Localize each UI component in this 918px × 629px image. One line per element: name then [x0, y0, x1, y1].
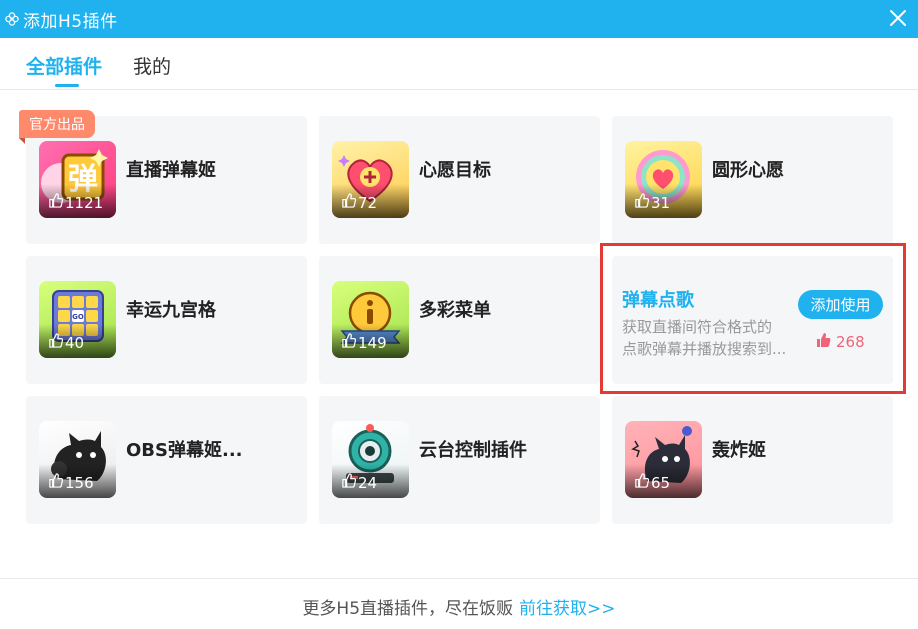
plugin-card-obs-danmaku[interactable]: 156 OBS弹幕姬... — [26, 396, 307, 524]
thumbs-up-icon — [48, 333, 64, 352]
plugin-name: 圆形心愿 — [712, 160, 784, 181]
danmaku-icon: 弹 1121 — [39, 141, 116, 218]
like-count: 72 — [358, 193, 378, 212]
plugin-name: OBS弹幕姬... — [126, 440, 243, 461]
svg-text:GO: GO — [72, 313, 84, 321]
tab-all-plugins[interactable]: 全部插件 — [26, 52, 102, 79]
thumbs-up-icon — [341, 193, 357, 212]
like-count: 156 — [65, 473, 94, 492]
thumbs-up-icon — [48, 473, 64, 492]
tab-active-indicator — [55, 84, 79, 87]
plugin-card-bomber[interactable]: 65 轰炸姬 — [612, 396, 893, 524]
grid-go-icon: GO 40 — [39, 281, 116, 358]
thumbs-up-icon — [341, 333, 357, 352]
tab-mine[interactable]: 我的 — [133, 52, 171, 79]
like-count: 149 — [358, 333, 387, 352]
plugin-name: 心愿目标 — [419, 160, 491, 181]
plugin-card-lucky-grid[interactable]: GO 40 幸运九宫格 — [26, 256, 307, 384]
flower-icon — [3, 10, 21, 28]
footer-text: 更多H5直播插件，尽在饭贩 — [302, 599, 514, 619]
plugin-name: 幸运九宫格 — [126, 300, 216, 321]
window-title: 添加H5插件 — [23, 11, 118, 32]
info-ribbon-icon: 149 — [332, 281, 409, 358]
like-count: 40 — [65, 333, 85, 352]
plugin-name: 云台控制插件 — [419, 440, 527, 461]
title-bar: 添加H5插件 — [0, 0, 918, 38]
plugin-name: 多彩菜单 — [419, 300, 491, 321]
ring-heart-icon: 31 — [625, 141, 702, 218]
like-count: 65 — [651, 473, 671, 492]
black-cat-icon: 156 — [39, 421, 116, 498]
plugin-name: 直播弹幕姬 — [126, 160, 216, 181]
footer-divider — [0, 578, 918, 579]
plugin-card-ptz-control[interactable]: 24 云台控制插件 — [319, 396, 600, 524]
thumbs-up-icon — [341, 473, 357, 492]
get-more-link[interactable]: 前往获取>> — [519, 599, 616, 619]
plugin-card-wish-goal[interactable]: 72 心愿目标 — [319, 116, 600, 244]
like-count: 1121 — [65, 193, 104, 212]
plugin-card-round-wish[interactable]: 31 圆形心愿 — [612, 116, 893, 244]
like-count: 24 — [358, 473, 378, 492]
highlight-frame — [600, 243, 906, 394]
thumbs-up-icon — [634, 473, 650, 492]
bomb-cat-icon: 65 — [625, 421, 702, 498]
official-badge: 官方出品 — [19, 110, 95, 138]
close-icon[interactable] — [886, 6, 910, 30]
plugin-card-colorful-menu[interactable]: 149 多彩菜单 — [319, 256, 600, 384]
badge-fold — [19, 138, 25, 144]
like-count: 31 — [651, 193, 671, 212]
heart-plus-icon: 72 — [332, 141, 409, 218]
thumbs-up-icon — [634, 193, 650, 212]
thumbs-up-icon — [48, 193, 64, 212]
tab-bar: 全部插件 我的 — [0, 38, 918, 90]
webcam-icon: 24 — [332, 421, 409, 498]
footer: 更多H5直播插件，尽在饭贩 前往获取>> — [0, 594, 918, 619]
plugin-name: 轰炸姬 — [712, 440, 766, 461]
